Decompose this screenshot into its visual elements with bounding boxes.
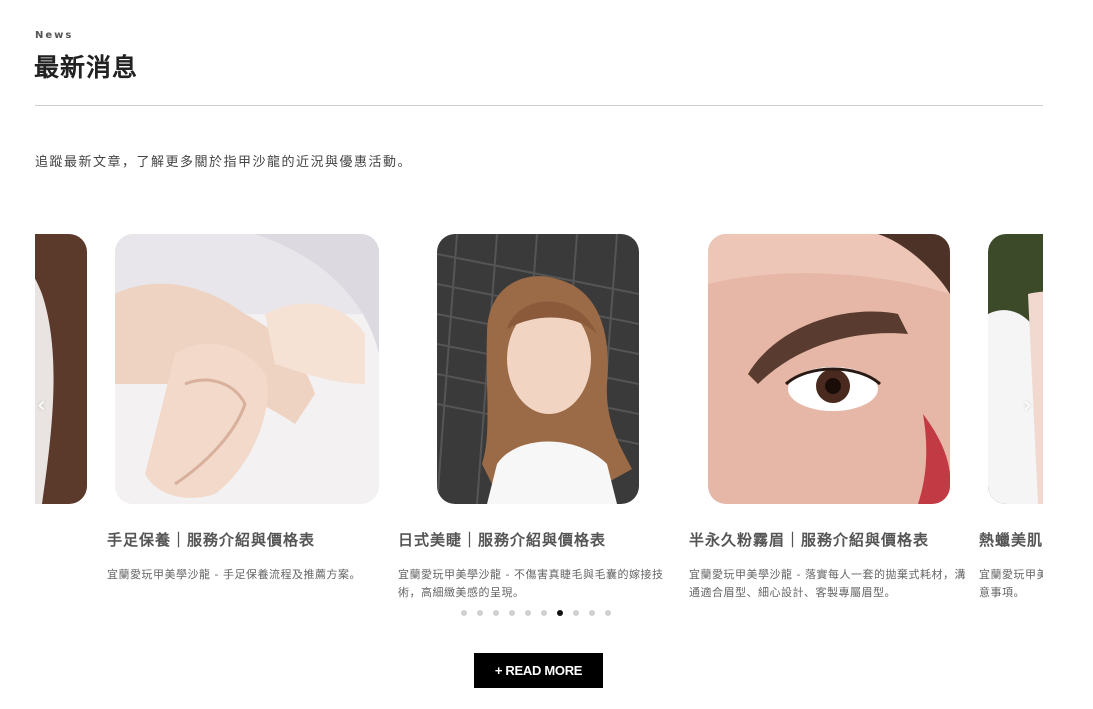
card-image[interactable] [437,234,639,504]
news-card[interactable]: 手足保養｜服務介紹與價格表 宜蘭愛玩甲美學沙龍 - 手足保養流程及推薦方案。 [107,234,389,614]
card-description: 宜蘭愛玩甲美學沙龍 - 熱蠟除毛流程、術後保養以及注意事項。 [979,568,1043,599]
news-carousel: ~ 手足保養｜服務介紹與價格表 宜蘭愛玩甲美學沙龍 - 手足保養流程及推薦方案。 [35,234,1043,614]
carousel-dot[interactable] [461,610,467,616]
news-card[interactable]: ~ [35,234,87,614]
news-eyebrow: News [35,30,74,41]
card-description: 宜蘭愛玩甲美學沙龍 - 手足保養流程及推薦方案。 [107,568,361,581]
carousel-dots [461,610,611,616]
section-title: 最新消息 [34,53,139,82]
card-image[interactable] [115,234,379,504]
read-more-button[interactable]: + READ MORE [474,653,603,688]
carousel-dot[interactable] [605,610,611,616]
card-title[interactable]: 日式美睫｜服務介紹與價格表 [398,529,606,550]
card-image[interactable] [708,234,950,504]
carousel-dot[interactable] [541,610,547,616]
carousel-dot[interactable] [573,610,579,616]
news-card[interactable]: 熱蠟美肌｜服務介紹與價格表 宜蘭愛玩甲美學沙龍 - 熱蠟除毛流程、術後保養以及注… [979,234,1043,614]
carousel-dot[interactable] [493,610,499,616]
card-description: 宜蘭愛玩甲美學沙龍 - 不傷害真睫毛與毛囊的嫁接技術，高細緻美感的呈現。 [398,568,664,599]
card-title[interactable]: 熱蠟美肌｜服務介紹與價格表 [979,529,1043,550]
carousel-dot[interactable] [525,610,531,616]
chevron-right-icon: › [1023,393,1032,418]
carousel-dot[interactable] [589,610,595,616]
card-description: 宜蘭愛玩甲美學沙龍 - 落實每人一套的拋棄式耗材，溝通適合眉型、細心設計、客製專… [689,568,966,599]
card-title[interactable]: 半永久粉霧眉｜服務介紹與價格表 [689,529,929,550]
section-intro: 追蹤最新文章，了解更多關於指甲沙龍的近況與優惠活動。 [35,155,413,170]
card-image[interactable] [988,234,1043,504]
carousel-dot[interactable] [509,610,515,616]
card-title[interactable]: 手足保養｜服務介紹與價格表 [107,529,315,550]
chevron-left-icon: ‹ [37,393,46,418]
carousel-dot[interactable] [557,610,563,616]
news-card[interactable]: 日式美睫｜服務介紹與價格表 宜蘭愛玩甲美學沙龍 - 不傷害真睫毛與毛囊的嫁接技術… [398,234,680,614]
carousel-prev-button[interactable]: ‹ [37,395,46,417]
card-image[interactable]: ~ [35,234,87,504]
news-card[interactable]: 半永久粉霧眉｜服務介紹與價格表 宜蘭愛玩甲美學沙龍 - 落實每人一套的拋棄式耗材… [689,234,971,614]
carousel-next-button[interactable]: › [1023,395,1032,417]
carousel-dot[interactable] [477,610,483,616]
divider [35,105,1043,106]
